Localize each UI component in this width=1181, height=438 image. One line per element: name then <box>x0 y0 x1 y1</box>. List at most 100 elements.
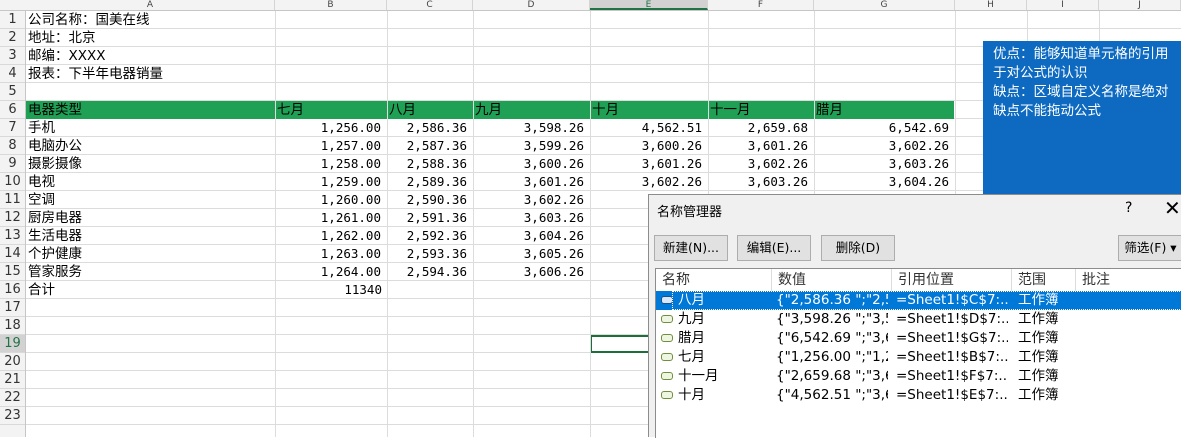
row-header-23[interactable]: 23 <box>0 407 25 425</box>
value-cell[interactable]: 2,659.68 <box>708 119 808 137</box>
row-header-8[interactable]: 8 <box>0 137 25 155</box>
table-header-cell[interactable]: 十一月 <box>710 101 751 119</box>
name-manager-dialog[interactable]: 名称管理器 ? ✕ 新建(N)... 编辑(E)... 删除(D) 筛选(F) … <box>648 194 1181 438</box>
table-header-cell[interactable]: 电器类型 <box>28 101 82 119</box>
row-header-17[interactable]: 17 <box>0 299 25 317</box>
value-cell[interactable]: 2,591.36 <box>387 209 467 227</box>
row-header-19[interactable]: 19 <box>0 335 25 353</box>
cell-comment-box[interactable]: 优点：能够知道单元格的引用 于对公式的认识 缺点：区域自定义名称是绝对 缺点不能… <box>983 41 1181 201</box>
value-cell[interactable]: 2,593.36 <box>387 245 467 263</box>
value-cell[interactable]: 3,604.26 <box>473 227 584 245</box>
value-cell[interactable]: 2,586.36 <box>387 119 467 137</box>
column-header-c[interactable]: C <box>387 0 473 10</box>
value-cell[interactable]: 2,590.36 <box>387 191 467 209</box>
value-cell[interactable]: 3,605.26 <box>473 245 584 263</box>
column-header-a[interactable]: A <box>26 0 275 10</box>
row-header-9[interactable]: 9 <box>0 155 25 173</box>
row-header-2[interactable]: 2 <box>0 29 25 47</box>
column-header-i[interactable]: I <box>1027 0 1099 10</box>
category-cell[interactable]: 电脑办公 <box>28 137 82 155</box>
row-header-1[interactable]: 1 <box>0 11 25 29</box>
row-header-11[interactable]: 11 <box>0 191 25 209</box>
name-list-row[interactable]: 七月 {"1,256.00 ";"1,2... =Sheet1!$B$7:... 工作… <box>656 348 1181 367</box>
edit-button[interactable]: 编辑(E)... <box>737 235 811 261</box>
value-cell[interactable]: 4,562.51 <box>590 119 702 137</box>
row-header-20[interactable]: 20 <box>0 353 25 371</box>
name-list-row[interactable]: 十一月 {"2,659.68 ";"3,6... =Sheet1!$F$7:... 工… <box>656 367 1181 386</box>
info-report-cell[interactable]: 报表：下半年电器销量 <box>28 65 163 83</box>
table-header-cell[interactable]: 九月 <box>475 101 502 119</box>
value-cell[interactable]: 1,258.00 <box>275 155 381 173</box>
value-cell[interactable]: 3,606.26 <box>473 263 584 281</box>
name-list-row[interactable]: 九月 {"3,598.26 ";"3,5... =Sheet1!$D$7:... 工作… <box>656 310 1181 329</box>
delete-button[interactable]: 删除(D) <box>821 235 895 261</box>
row-header-14[interactable]: 14 <box>0 245 25 263</box>
table-header-cell[interactable]: 八月 <box>389 101 416 119</box>
value-cell[interactable]: 3,599.26 <box>473 137 584 155</box>
names-list[interactable]: 名称 数值 引用位置 范围 批注 八月 {"2,586.36 ";"2,5... =… <box>655 268 1181 438</box>
info-zip-cell[interactable]: 邮编：XXXX <box>28 47 106 65</box>
value-cell[interactable]: 2,592.36 <box>387 227 467 245</box>
table-header-cell[interactable]: 十月 <box>592 101 619 119</box>
category-cell[interactable]: 手机 <box>28 119 55 137</box>
row-header-21[interactable]: 21 <box>0 371 25 389</box>
column-header-h[interactable]: H <box>955 0 1027 10</box>
value-cell[interactable]: 3,598.26 <box>473 119 584 137</box>
info-address-cell[interactable]: 地址：北京 <box>28 29 96 47</box>
column-header-scope[interactable]: 范围 <box>1012 269 1076 291</box>
value-cell[interactable]: 6,542.69 <box>814 119 949 137</box>
value-cell[interactable]: 1,261.00 <box>275 209 381 227</box>
name-list-row[interactable]: 八月 {"2,586.36 ";"2,5... =Sheet1!$C$7:... 工作… <box>656 291 1181 310</box>
value-cell[interactable]: 1,256.00 <box>275 119 381 137</box>
table-header-cell[interactable]: 七月 <box>277 101 304 119</box>
column-header-value[interactable]: 数值 <box>772 269 892 291</box>
category-cell[interactable]: 个护健康 <box>28 245 82 263</box>
category-cell[interactable]: 厨房电器 <box>28 209 82 227</box>
column-header-e[interactable]: E <box>590 0 708 10</box>
column-header-g[interactable]: G <box>814 0 955 10</box>
row-header-3[interactable]: 3 <box>0 47 25 65</box>
category-cell[interactable]: 管家服务 <box>28 263 82 281</box>
value-cell[interactable]: 2,589.36 <box>387 173 467 191</box>
category-cell[interactable]: 生活电器 <box>28 227 82 245</box>
value-cell[interactable]: 2,587.36 <box>387 137 467 155</box>
row-header-13[interactable]: 13 <box>0 227 25 245</box>
help-button[interactable]: ? <box>1125 200 1132 216</box>
category-cell[interactable]: 电视 <box>28 173 55 191</box>
value-cell[interactable]: 1,259.00 <box>275 173 381 191</box>
column-header-j[interactable]: J <box>1099 0 1181 10</box>
row-header-12[interactable]: 12 <box>0 209 25 227</box>
value-cell[interactable]: 3,603.26 <box>708 173 808 191</box>
column-header-b[interactable]: B <box>275 0 387 10</box>
row-header-15[interactable]: 15 <box>0 263 25 281</box>
value-cell[interactable]: 1,257.00 <box>275 137 381 155</box>
value-cell[interactable]: 3,601.26 <box>473 173 584 191</box>
row-header-18[interactable]: 18 <box>0 317 25 335</box>
value-cell[interactable]: 2,588.36 <box>387 155 467 173</box>
row-header-10[interactable]: 10 <box>0 173 25 191</box>
column-header-name[interactable]: 名称 <box>656 269 772 291</box>
value-cell[interactable]: 3,602.26 <box>590 173 702 191</box>
value-cell[interactable]: 1,262.00 <box>275 227 381 245</box>
filter-button[interactable]: 筛选(F) ▾ <box>1118 235 1181 261</box>
close-icon[interactable]: ✕ <box>1164 196 1181 220</box>
row-header-22[interactable]: 22 <box>0 389 25 407</box>
value-cell[interactable]: 3,600.26 <box>590 137 702 155</box>
category-cell[interactable]: 摄影摄像 <box>28 155 82 173</box>
name-list-row[interactable]: 十月 {"4,562.51 ";"3,6... =Sheet1!$E$7:... 工作… <box>656 386 1181 405</box>
column-header-f[interactable]: F <box>708 0 814 10</box>
column-header-d[interactable]: D <box>473 0 590 10</box>
column-header-comment[interactable]: 批注 <box>1076 269 1181 291</box>
value-cell[interactable]: 1,264.00 <box>275 263 381 281</box>
total-value-cell[interactable]: 11340 <box>275 281 382 299</box>
value-cell[interactable]: 3,604.26 <box>814 173 949 191</box>
column-header-refers-to[interactable]: 引用位置 <box>892 269 1012 291</box>
row-header-7[interactable]: 7 <box>0 119 25 137</box>
value-cell[interactable]: 3,602.26 <box>814 137 949 155</box>
name-list-row[interactable]: 腊月 {"6,542.69 ";"3,6... =Sheet1!$G$7:... 工作… <box>656 329 1181 348</box>
total-label-cell[interactable]: 合计 <box>28 281 55 299</box>
category-cell[interactable]: 空调 <box>28 191 55 209</box>
row-header-6[interactable]: 6 <box>0 101 25 119</box>
value-cell[interactable]: 2,594.36 <box>387 263 467 281</box>
table-header-cell[interactable]: 腊月 <box>816 101 843 119</box>
